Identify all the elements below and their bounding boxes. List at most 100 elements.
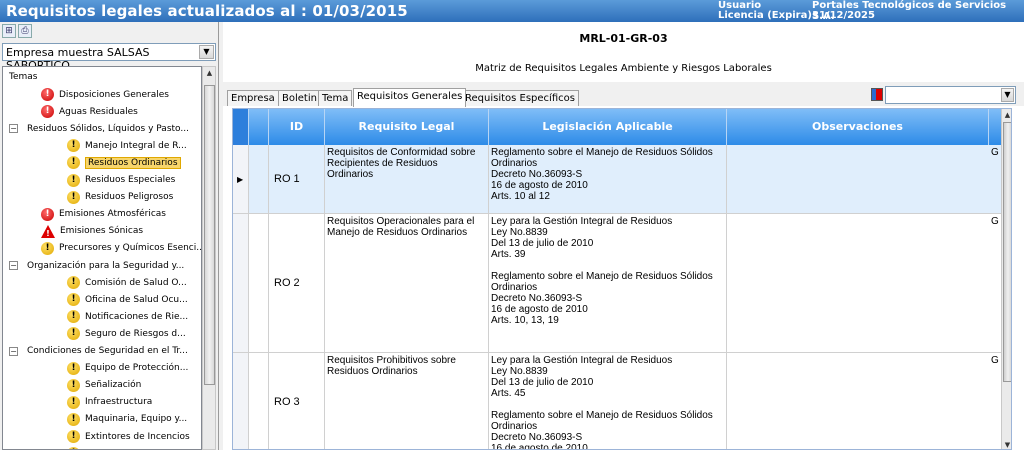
tree-node-label: Emisiones Atmosféricas <box>59 209 166 220</box>
row-blank[interactable] <box>249 214 269 352</box>
warning-icon: ! <box>67 139 80 153</box>
grid-scroll-thumb[interactable] <box>1003 122 1011 382</box>
row-blank[interactable] <box>249 353 269 449</box>
cell-observaciones[interactable]: G <box>727 145 1001 213</box>
legislacion-line <box>491 399 724 410</box>
cell-observaciones[interactable]: G <box>727 214 1001 352</box>
tree-node-label: Disposiciones Generales <box>59 89 169 100</box>
tree-node[interactable]: ! Residuos Ordinarios <box>67 154 181 171</box>
legislacion-line: Arts. 45 <box>491 388 526 399</box>
tree-node[interactable]: ! Precursores y Químicos Esenci... <box>41 240 202 257</box>
tree-node-label: Aguas Residuales <box>59 106 138 117</box>
table-row[interactable]: RO 1 Requisitos de Conformidad sobre Reci… <box>233 145 1011 214</box>
cell-id[interactable]: RO 3 <box>269 353 325 449</box>
error-icon: ! <box>41 88 54 101</box>
cell-id[interactable]: RO 2 <box>269 214 325 352</box>
tree-node-label: Comisión de Salud O... <box>85 277 187 288</box>
tree-node[interactable]: ! Aguas Residuales <box>41 103 138 120</box>
column-header-requisito[interactable]: Requisito Legal <box>325 109 489 145</box>
tree-scrollbar[interactable]: ▲ <box>202 66 216 450</box>
tree-node-label: Señalización <box>85 380 142 391</box>
tree-node[interactable]: ! Equipo de Protección... <box>67 360 188 377</box>
row-gutter[interactable] <box>233 353 249 449</box>
topics-tree: Temas ! Disposiciones Generales! Aguas Res… <box>2 66 202 450</box>
tree-node-label: Precursores y Químicos Esenci... <box>59 243 202 254</box>
column-header-observaciones[interactable]: Observaciones <box>727 109 989 145</box>
tree-node-label: Residuos Especiales <box>85 175 176 185</box>
tree-node[interactable]: − Organización para la Seguridad y... <box>9 257 185 274</box>
tab-tema[interactable]: Tema <box>318 90 353 106</box>
tree-node[interactable]: ! Maquinaria, Equipo y... <box>67 411 187 428</box>
tree-node[interactable]: ! Notificaciones de Rie... <box>67 308 188 325</box>
tree-node[interactable]: ! Emisiones Atmosféricas <box>41 206 166 223</box>
current-row-icon: ▶ <box>237 174 244 184</box>
tree-node[interactable]: ! Seguro de Riesgos d... <box>67 325 186 342</box>
column-header-id[interactable]: ID <box>269 109 325 145</box>
cell-observaciones[interactable]: G <box>727 353 1001 449</box>
filter-select[interactable]: ▼ <box>885 86 1016 104</box>
expand-icon[interactable]: ⊞ <box>2 24 16 38</box>
tree-node[interactable]: − Residuos Sólidos, Líquidos y Pasto... <box>9 120 189 137</box>
table-row[interactable]: RO 2 Requisitos Operacionales para el Man… <box>233 214 1011 353</box>
tab-requisitos-especificos[interactable]: Requisitos Específicos <box>461 90 579 106</box>
print-icon[interactable]: ⎙ <box>18 24 32 38</box>
tree-node[interactable]: ! Extintores de Incencios <box>67 428 190 445</box>
tree-node[interactable]: ! Infraestructura <box>67 394 152 411</box>
scroll-down-icon[interactable]: ▼ <box>1002 439 1011 449</box>
cell-requisito[interactable]: Requisitos Operacionales para el Manejo … <box>325 214 489 352</box>
cell-requisito[interactable]: Requisitos Prohibitivos sobre Residuos O… <box>325 353 489 449</box>
tree-node[interactable]: ! Disposiciones Generales <box>41 86 169 103</box>
legislacion-line: Del 13 de julio de 2010 <box>491 377 594 388</box>
collapse-icon[interactable]: − <box>9 346 18 356</box>
chevron-down-icon[interactable]: ▼ <box>199 45 214 59</box>
header-gutter <box>233 109 249 145</box>
tree-node[interactable]: Emisiones Sónicas <box>41 223 143 240</box>
legislacion-line: 16 de agosto de 2010 <box>491 443 588 450</box>
collapse-icon[interactable]: − <box>9 124 18 134</box>
licencia-value: 31/12/2025 <box>812 10 875 21</box>
legislacion-line: Decreto No.36093-S <box>491 293 583 304</box>
table-row[interactable]: RO 3 Requisitos Prohibitivos sobre Residu… <box>233 353 1011 450</box>
company-select[interactable]: Empresa muestra SALSAS SABORTICO ▼ <box>2 43 216 72</box>
tree-node-label: Organización para la Seguridad y... <box>27 260 185 271</box>
tab-boletin[interactable]: Boletin <box>278 90 321 106</box>
tree-node-label: Condiciones de Seguridad en el Tr... <box>27 346 188 356</box>
app-title: Requisitos legales actualizados al : 01/… <box>6 2 408 20</box>
tab-requisitos-generales[interactable]: Requisitos Generales <box>353 88 467 107</box>
tree-node-label: Infraestructura <box>85 397 153 408</box>
tree-node[interactable]: ! Residuos Especiales <box>67 172 175 189</box>
collapse-icon[interactable]: − <box>9 261 18 270</box>
flag-icon[interactable] <box>871 88 883 101</box>
legislacion-line: Reglamento sobre el Manejo de Residuos S… <box>491 271 713 293</box>
tree-node[interactable]: − Condiciones de Seguridad en el Tr... <box>9 343 188 360</box>
cell-legislacion[interactable]: Ley para la Gestión Integral de Residuos… <box>489 353 727 450</box>
row-blank[interactable] <box>249 145 269 213</box>
tab-empresa[interactable]: Empresa <box>227 90 279 106</box>
scroll-up-icon[interactable]: ▲ <box>204 67 215 79</box>
licencia-label: Licencia (Expira) <box>718 10 812 21</box>
cell-requisito[interactable]: Requisitos de Conformidad sobre Recipien… <box>325 145 489 213</box>
tree-node[interactable]: ! Residuos Peligrosos <box>67 189 173 206</box>
document-subtitle: Matriz de Requisitos Legales Ambiente y … <box>475 63 772 74</box>
cell-legislacion[interactable]: Ley para la Gestión Integral de Residuos… <box>489 214 727 352</box>
warning-icon: ! <box>67 190 80 204</box>
chevron-down-icon[interactable]: ▼ <box>1001 88 1014 102</box>
cell-id[interactable]: RO 1 <box>269 145 325 213</box>
tree-scroll-thumb[interactable] <box>204 85 215 385</box>
grid-scrollbar[interactable]: ▲ ▼ <box>1001 109 1011 449</box>
legislacion-line: Ley para la Gestión Integral de Residuos <box>491 216 673 227</box>
row-gutter[interactable] <box>233 214 249 352</box>
tree-node[interactable]: ! Comisión de Salud O... <box>67 274 187 291</box>
tree-node[interactable]: ! Manejo Integral de R... <box>67 137 187 154</box>
grid-header: ID Requisito Legal Legislación Aplicable… <box>233 109 1011 145</box>
column-header-legislacion[interactable]: Legislación Aplicable <box>489 109 727 145</box>
tree-node[interactable]: ! Señalización <box>67 377 141 394</box>
cell-legislacion[interactable]: Reglamento sobre el Manejo de Residuos S… <box>489 145 727 213</box>
warning-icon: ! <box>67 327 80 341</box>
tree-node-label: Oficina de Salud Ocu... <box>85 294 188 305</box>
warning-icon: ! <box>67 378 80 392</box>
tree-node[interactable]: ! Oficina de Salud Ocu... <box>67 291 188 308</box>
legislacion-line: Reglamento sobre el Manejo de Residuos S… <box>491 147 713 169</box>
tree-node[interactable]: !Manejo y Almacena... <box>67 445 182 449</box>
scroll-up-icon[interactable]: ▲ <box>1002 109 1011 121</box>
